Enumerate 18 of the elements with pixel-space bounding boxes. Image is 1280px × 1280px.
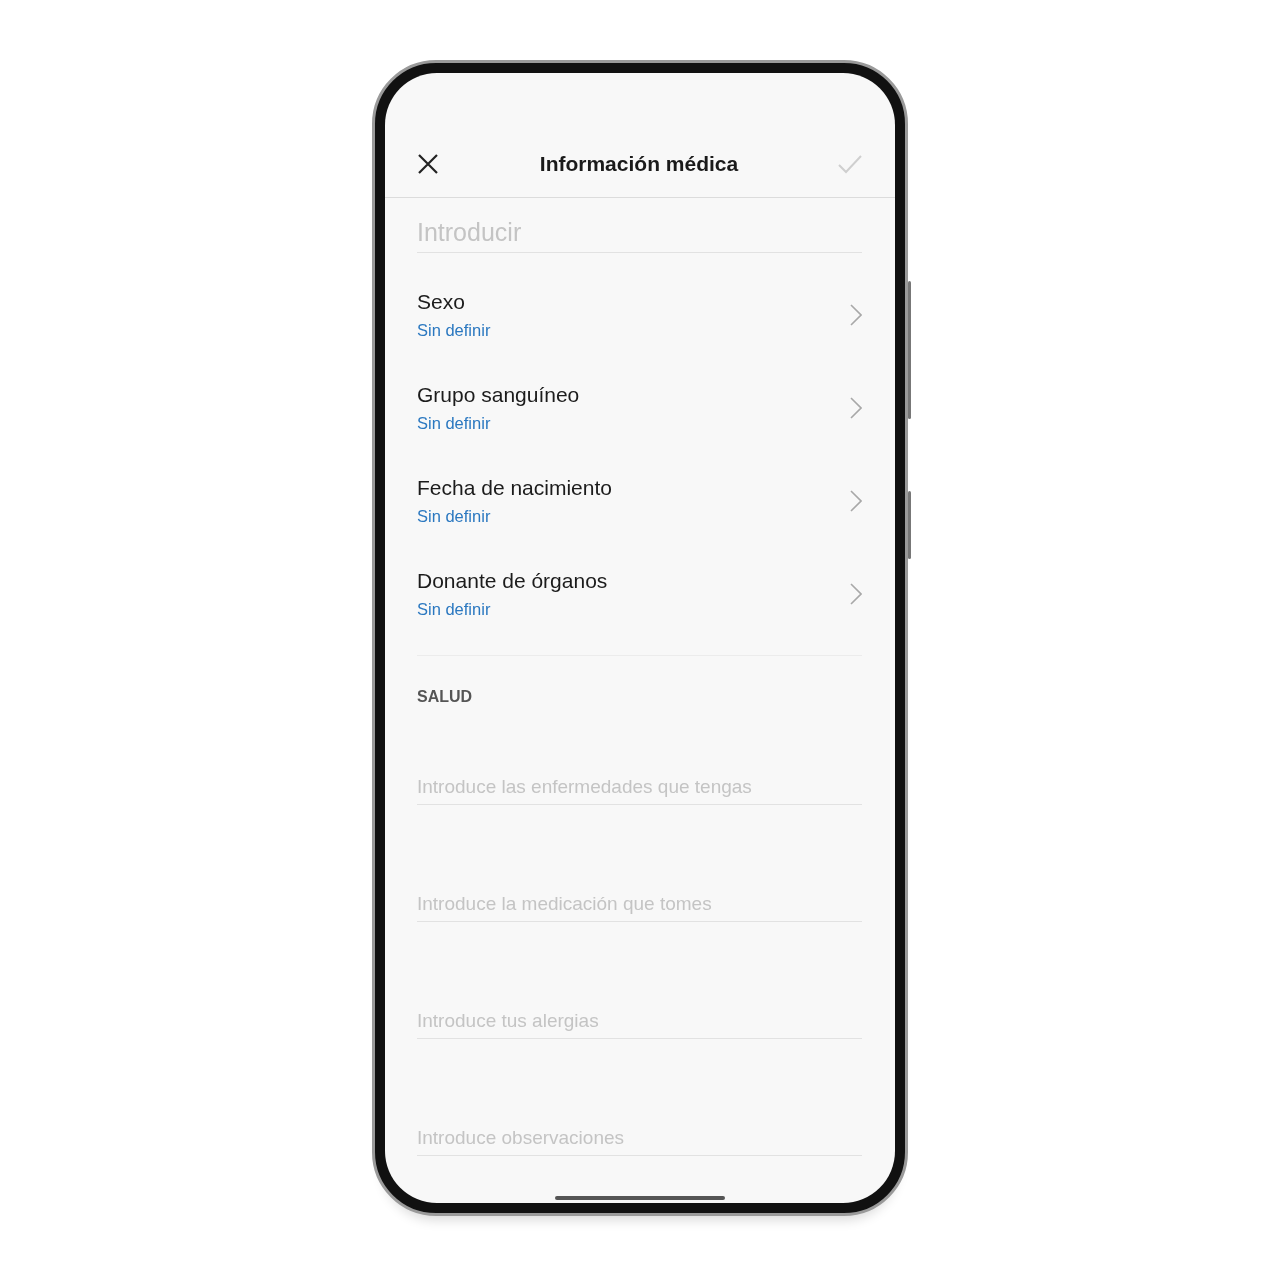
settings-row[interactable]: Fecha de nacimiento Sin definir [385, 454, 895, 547]
section-heading: SALUD [417, 688, 474, 706]
chevron-icon [850, 396, 862, 419]
row-label: Fecha de nacimiento [417, 475, 612, 500]
settings-row[interactable]: Donante de órganos Sin definir [385, 547, 895, 640]
screen-title: Información médica [539, 151, 739, 176]
row-value: Sin definir [417, 599, 492, 619]
chevron-icon [850, 489, 862, 512]
chevron-icon [850, 303, 862, 326]
settings-row[interactable]: Grupo sanguíneo Sin definir [385, 361, 895, 454]
row-value: Sin definir [417, 506, 492, 526]
row-value: Sin definir [417, 320, 491, 340]
row-label: Sexo [417, 289, 466, 314]
settings-row[interactable]: Sexo Sin definir [385, 268, 895, 361]
row-label: Grupo sanguíneo [417, 382, 580, 407]
row-label: Donante de órganos [417, 568, 608, 593]
chevron-icon [850, 582, 862, 605]
row-value: Sin definir [417, 413, 492, 433]
